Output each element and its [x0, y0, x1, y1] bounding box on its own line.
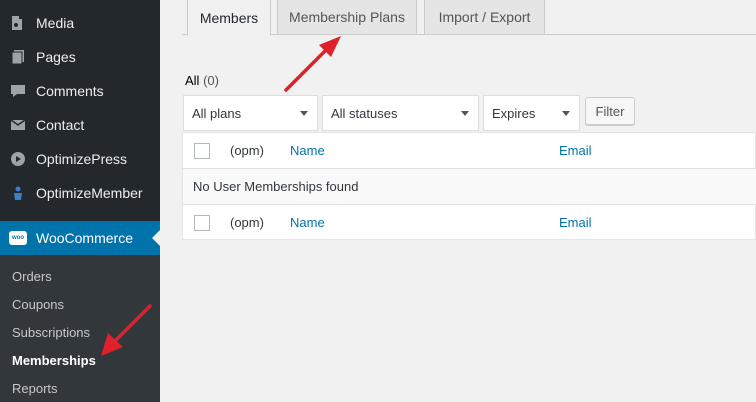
- column-name[interactable]: Name: [290, 143, 325, 158]
- chevron-down-icon: [461, 111, 469, 116]
- sidebar-item-optimizepress[interactable]: OptimizePress: [0, 142, 160, 176]
- contact-icon: [9, 116, 27, 134]
- sidebar-item-comments[interactable]: Comments: [0, 74, 160, 108]
- optimizemember-icon: [9, 184, 27, 202]
- members-table: (opm) Name Email No User Memberships fou…: [182, 132, 756, 240]
- comments-icon: [9, 82, 27, 100]
- submenu-item-coupons[interactable]: Coupons: [12, 297, 64, 312]
- sidebar-item-woocommerce[interactable]: woo WooCommerce: [0, 221, 160, 255]
- chevron-down-icon: [300, 111, 308, 116]
- column-name-footer[interactable]: Name: [290, 215, 325, 230]
- table-footer-row: (opm) Name Email: [183, 205, 756, 241]
- sidebar-item-optimizemember[interactable]: OptimizeMember: [0, 176, 160, 210]
- tab-import-export[interactable]: Import / Export: [424, 0, 545, 35]
- empty-message: No User Memberships found: [193, 179, 359, 194]
- column-email[interactable]: Email: [559, 143, 592, 158]
- filter-button[interactable]: Filter: [585, 97, 635, 125]
- admin-sidebar: Media Pages Comments Contact OptimizePre…: [0, 0, 160, 402]
- status-filter-all[interactable]: All (0): [185, 73, 219, 88]
- optimizepress-icon: [9, 150, 27, 168]
- table-header-row: (opm) Name Email: [183, 133, 756, 169]
- tab-members[interactable]: Members: [187, 0, 271, 36]
- sidebar-item-media[interactable]: Media: [0, 6, 160, 40]
- sidebar-item-pages[interactable]: Pages: [0, 40, 160, 74]
- all-count: (0): [203, 73, 219, 88]
- sidebar-item-contact[interactable]: Contact: [0, 108, 160, 142]
- column-email-footer[interactable]: Email: [559, 215, 592, 230]
- woocommerce-submenu: Orders Coupons Subscriptions Memberships…: [0, 255, 160, 402]
- pages-icon: [9, 48, 27, 66]
- current-menu-pointer: [152, 230, 160, 246]
- media-icon: [9, 14, 27, 32]
- main-content: Members Membership Plans Import / Export…: [160, 0, 756, 402]
- woocommerce-icon: woo: [9, 229, 27, 247]
- statuses-select[interactable]: All statuses: [322, 95, 479, 131]
- chevron-down-icon: [562, 111, 570, 116]
- expires-select[interactable]: Expires: [483, 95, 580, 131]
- submenu-item-memberships[interactable]: Memberships: [12, 353, 96, 368]
- submenu-item-orders[interactable]: Orders: [12, 269, 52, 284]
- submenu-item-reports[interactable]: Reports: [12, 381, 58, 396]
- empty-row: No User Memberships found: [183, 169, 756, 205]
- tab-membership-plans[interactable]: Membership Plans: [277, 0, 417, 35]
- submenu-item-subscriptions[interactable]: Subscriptions: [12, 325, 90, 340]
- select-all-checkbox[interactable]: [194, 143, 210, 159]
- plans-select[interactable]: All plans: [183, 95, 318, 131]
- column-opm-footer: (opm): [230, 215, 264, 230]
- column-opm: (opm): [230, 143, 264, 158]
- select-all-checkbox-footer[interactable]: [194, 215, 210, 231]
